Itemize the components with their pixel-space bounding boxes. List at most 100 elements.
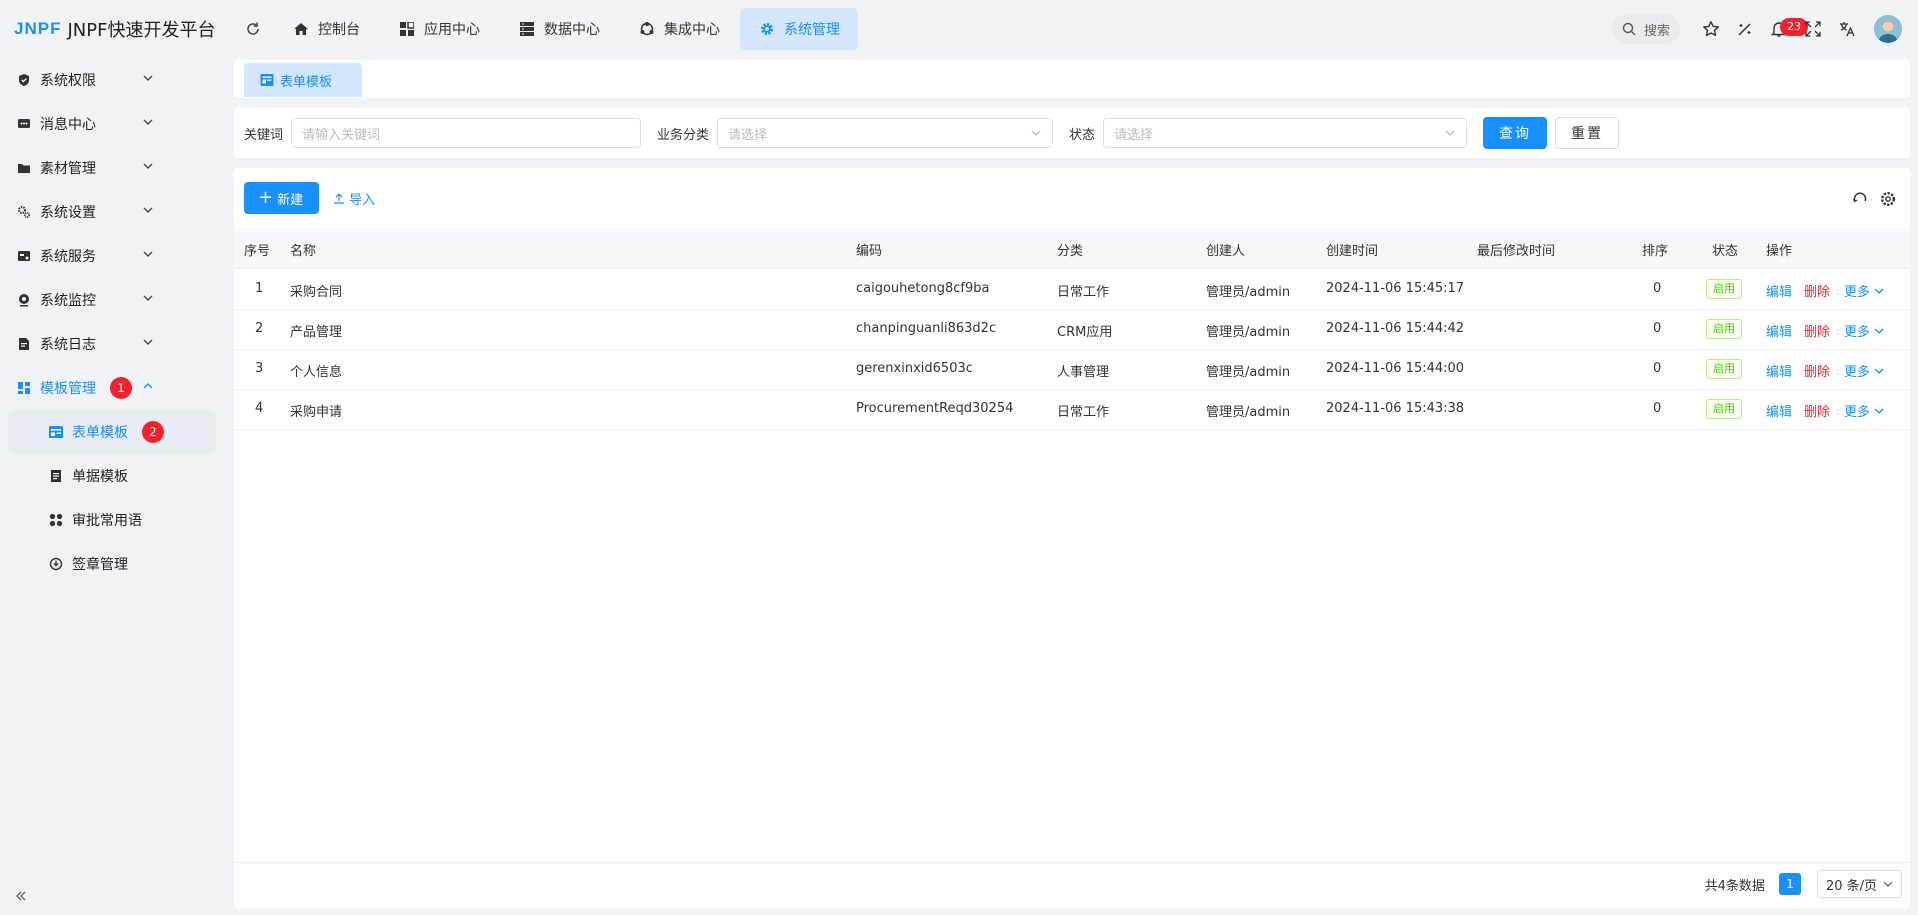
star-icon[interactable] xyxy=(1694,12,1728,46)
topnav-dashboard[interactable]: 控制台 xyxy=(274,8,378,50)
sidebar-subitem-label: 单据模板 xyxy=(72,469,128,485)
refresh-icon[interactable] xyxy=(1846,188,1874,210)
cell-name: 采购申请 xyxy=(290,405,343,420)
sidebar-subitem-seal-management[interactable]: 签章管理 xyxy=(8,542,216,586)
query-button[interactable]: 查询 xyxy=(1483,117,1548,149)
topnav-system[interactable]: 系统管理 xyxy=(740,8,858,50)
page-button[interactable]: 1 xyxy=(1778,873,1801,895)
chevron-down-icon xyxy=(142,204,154,220)
top-header: JNPF JNPF快速开发平台 控制台 应用中心 数据中心 集成中心 系统管理 xyxy=(0,0,1918,58)
form-icon xyxy=(48,424,64,440)
topnav-label: 应用中心 xyxy=(424,22,480,38)
pagination: 共4条数据 1 20 条/页 xyxy=(1705,870,1902,898)
category-label: 业务分类 xyxy=(657,127,710,143)
more-link[interactable]: 更多 xyxy=(1844,401,1884,420)
new-button[interactable]: + 新建 xyxy=(244,182,320,214)
sidebar-item-monitor[interactable]: 系统监控 xyxy=(0,278,226,322)
edit-link[interactable]: 编辑 xyxy=(1766,401,1792,420)
sidebar: 系统权限 消息中心 素材管理 系统设置 系统服务 系统监控 系统日志 模板管理 … xyxy=(0,58,226,915)
column-settings-icon[interactable] xyxy=(1874,188,1902,210)
tab-form-templates[interactable]: 表单模板 xyxy=(244,63,363,97)
topnav-label: 数据中心 xyxy=(544,22,600,38)
delete-link[interactable]: 删除 xyxy=(1804,361,1830,380)
delete-link[interactable]: 删除 xyxy=(1804,281,1830,300)
table-header: 序号 名称 编码 分类 创建人 创建时间 最后修改时间 排序 状态 操作 xyxy=(234,228,1910,269)
sidebar-subitem-approval-phrases[interactable]: 审批常用语 xyxy=(8,498,216,542)
sidebar-subitem-label: 表单模板 xyxy=(72,425,128,441)
edit-link[interactable]: 编辑 xyxy=(1766,361,1792,380)
step-badge: 2 xyxy=(142,421,164,443)
collapse-sidebar-icon[interactable] xyxy=(14,889,28,907)
table-panel: + 新建 导入 序号 名称 编码 分类 创建人 创建时间 最后修改时间 排序 状… xyxy=(234,168,1910,908)
chevron-down-icon xyxy=(1030,127,1042,143)
table-row[interactable]: 2 产品管理 chanpinguanli863d2c CRM应用 管理员/adm… xyxy=(234,309,1910,350)
refresh-icon[interactable] xyxy=(238,14,268,44)
topnav-apps[interactable]: 应用中心 xyxy=(380,8,498,50)
more-link[interactable]: 更多 xyxy=(1844,281,1884,300)
sidebar-item-settings[interactable]: 系统设置 xyxy=(0,190,226,234)
cell-index: 1 xyxy=(255,281,264,296)
column-header: 分类 xyxy=(1057,244,1084,259)
cell-code: chanpinguanli863d2c xyxy=(856,321,997,336)
page-size-select[interactable]: 20 条/页 xyxy=(1816,870,1902,898)
page-size-label: 20 条/页 xyxy=(1825,878,1877,894)
import-button[interactable]: 导入 xyxy=(333,189,375,208)
status-select[interactable]: 请选择 xyxy=(1103,118,1468,148)
table-row[interactable]: 3 个人信息 gerenxinxid6503c 人事管理 管理员/admin 2… xyxy=(234,349,1910,390)
sidebar-subitem-document-templates[interactable]: 单据模板 xyxy=(8,454,216,498)
topnav-label: 系统管理 xyxy=(784,22,840,38)
sidebar-item-permissions[interactable]: 系统权限 xyxy=(0,58,226,102)
user-avatar[interactable] xyxy=(1874,15,1902,43)
bell-icon[interactable]: 23 xyxy=(1762,12,1808,46)
pagination-total: 共4条数据 xyxy=(1704,878,1765,894)
more-link[interactable]: 更多 xyxy=(1844,321,1884,340)
delete-link[interactable]: 删除 xyxy=(1804,321,1830,340)
magic-wand-icon[interactable] xyxy=(1728,12,1762,46)
topnav-data[interactable]: 数据中心 xyxy=(500,8,618,50)
cell-sort: 0 xyxy=(1653,361,1662,376)
form-icon xyxy=(260,73,274,87)
topnav-integration[interactable]: 集成中心 xyxy=(620,8,738,50)
cell-sort: 0 xyxy=(1653,401,1662,416)
cell-created: 2024-11-06 15:45:17 xyxy=(1326,281,1465,296)
edit-link[interactable]: 编辑 xyxy=(1766,281,1792,300)
delete-link[interactable]: 删除 xyxy=(1804,401,1830,420)
keyword-input[interactable]: 请输入关键词 xyxy=(291,118,642,148)
status-badge: 启用 xyxy=(1706,359,1742,379)
shield-icon xyxy=(16,72,32,88)
cell-index: 4 xyxy=(255,401,264,416)
log-icon xyxy=(16,336,32,352)
app-logo[interactable]: JNPF JNPF快速开发平台 xyxy=(0,16,232,42)
sidebar-subitem-form-templates[interactable]: 表单模板 2 xyxy=(8,410,216,454)
cell-category: CRM应用 xyxy=(1057,325,1113,340)
sidebar-item-materials[interactable]: 素材管理 xyxy=(0,146,226,190)
table-row[interactable]: 1 采购合同 caigouhetong8cf9ba 日常工作 管理员/admin… xyxy=(234,269,1910,310)
keyword-placeholder: 请输入关键词 xyxy=(302,127,381,143)
fullscreen-icon[interactable] xyxy=(1796,12,1830,46)
keyword-label: 关键词 xyxy=(244,127,284,143)
topnav-label: 集成中心 xyxy=(664,22,720,38)
cell-created: 2024-11-06 15:44:42 xyxy=(1326,321,1465,336)
more-link[interactable]: 更多 xyxy=(1844,361,1884,380)
global-search[interactable]: 搜索 xyxy=(1611,14,1680,44)
column-header: 编码 xyxy=(856,244,883,259)
sidebar-item-logs[interactable]: 系统日志 xyxy=(0,322,226,366)
edit-link[interactable]: 编辑 xyxy=(1766,321,1792,340)
column-header: 操作 xyxy=(1766,244,1793,259)
sidebar-item-messages[interactable]: 消息中心 xyxy=(0,102,226,146)
sidebar-item-label: 系统设置 xyxy=(40,205,96,221)
chevron-down-icon xyxy=(142,292,154,308)
cell-creator: 管理员/admin xyxy=(1206,285,1291,300)
sidebar-item-templates[interactable]: 模板管理 1 xyxy=(0,366,226,410)
apps-icon xyxy=(48,512,64,528)
category-select[interactable]: 请选择 xyxy=(717,118,1054,148)
chevron-down-icon xyxy=(142,160,154,176)
sidebar-item-services[interactable]: 系统服务 xyxy=(0,234,226,278)
topnav-label: 控制台 xyxy=(318,22,360,38)
table-row[interactable]: 4 采购申请 ProcurementReqd30254 日常工作 管理员/adm… xyxy=(234,389,1910,430)
translate-icon[interactable] xyxy=(1830,12,1864,46)
cell-code: gerenxinxid6503c xyxy=(856,361,973,376)
integration-icon xyxy=(638,20,656,38)
chevron-down-icon xyxy=(1874,408,1884,414)
reset-button[interactable]: 重置 xyxy=(1555,117,1620,149)
